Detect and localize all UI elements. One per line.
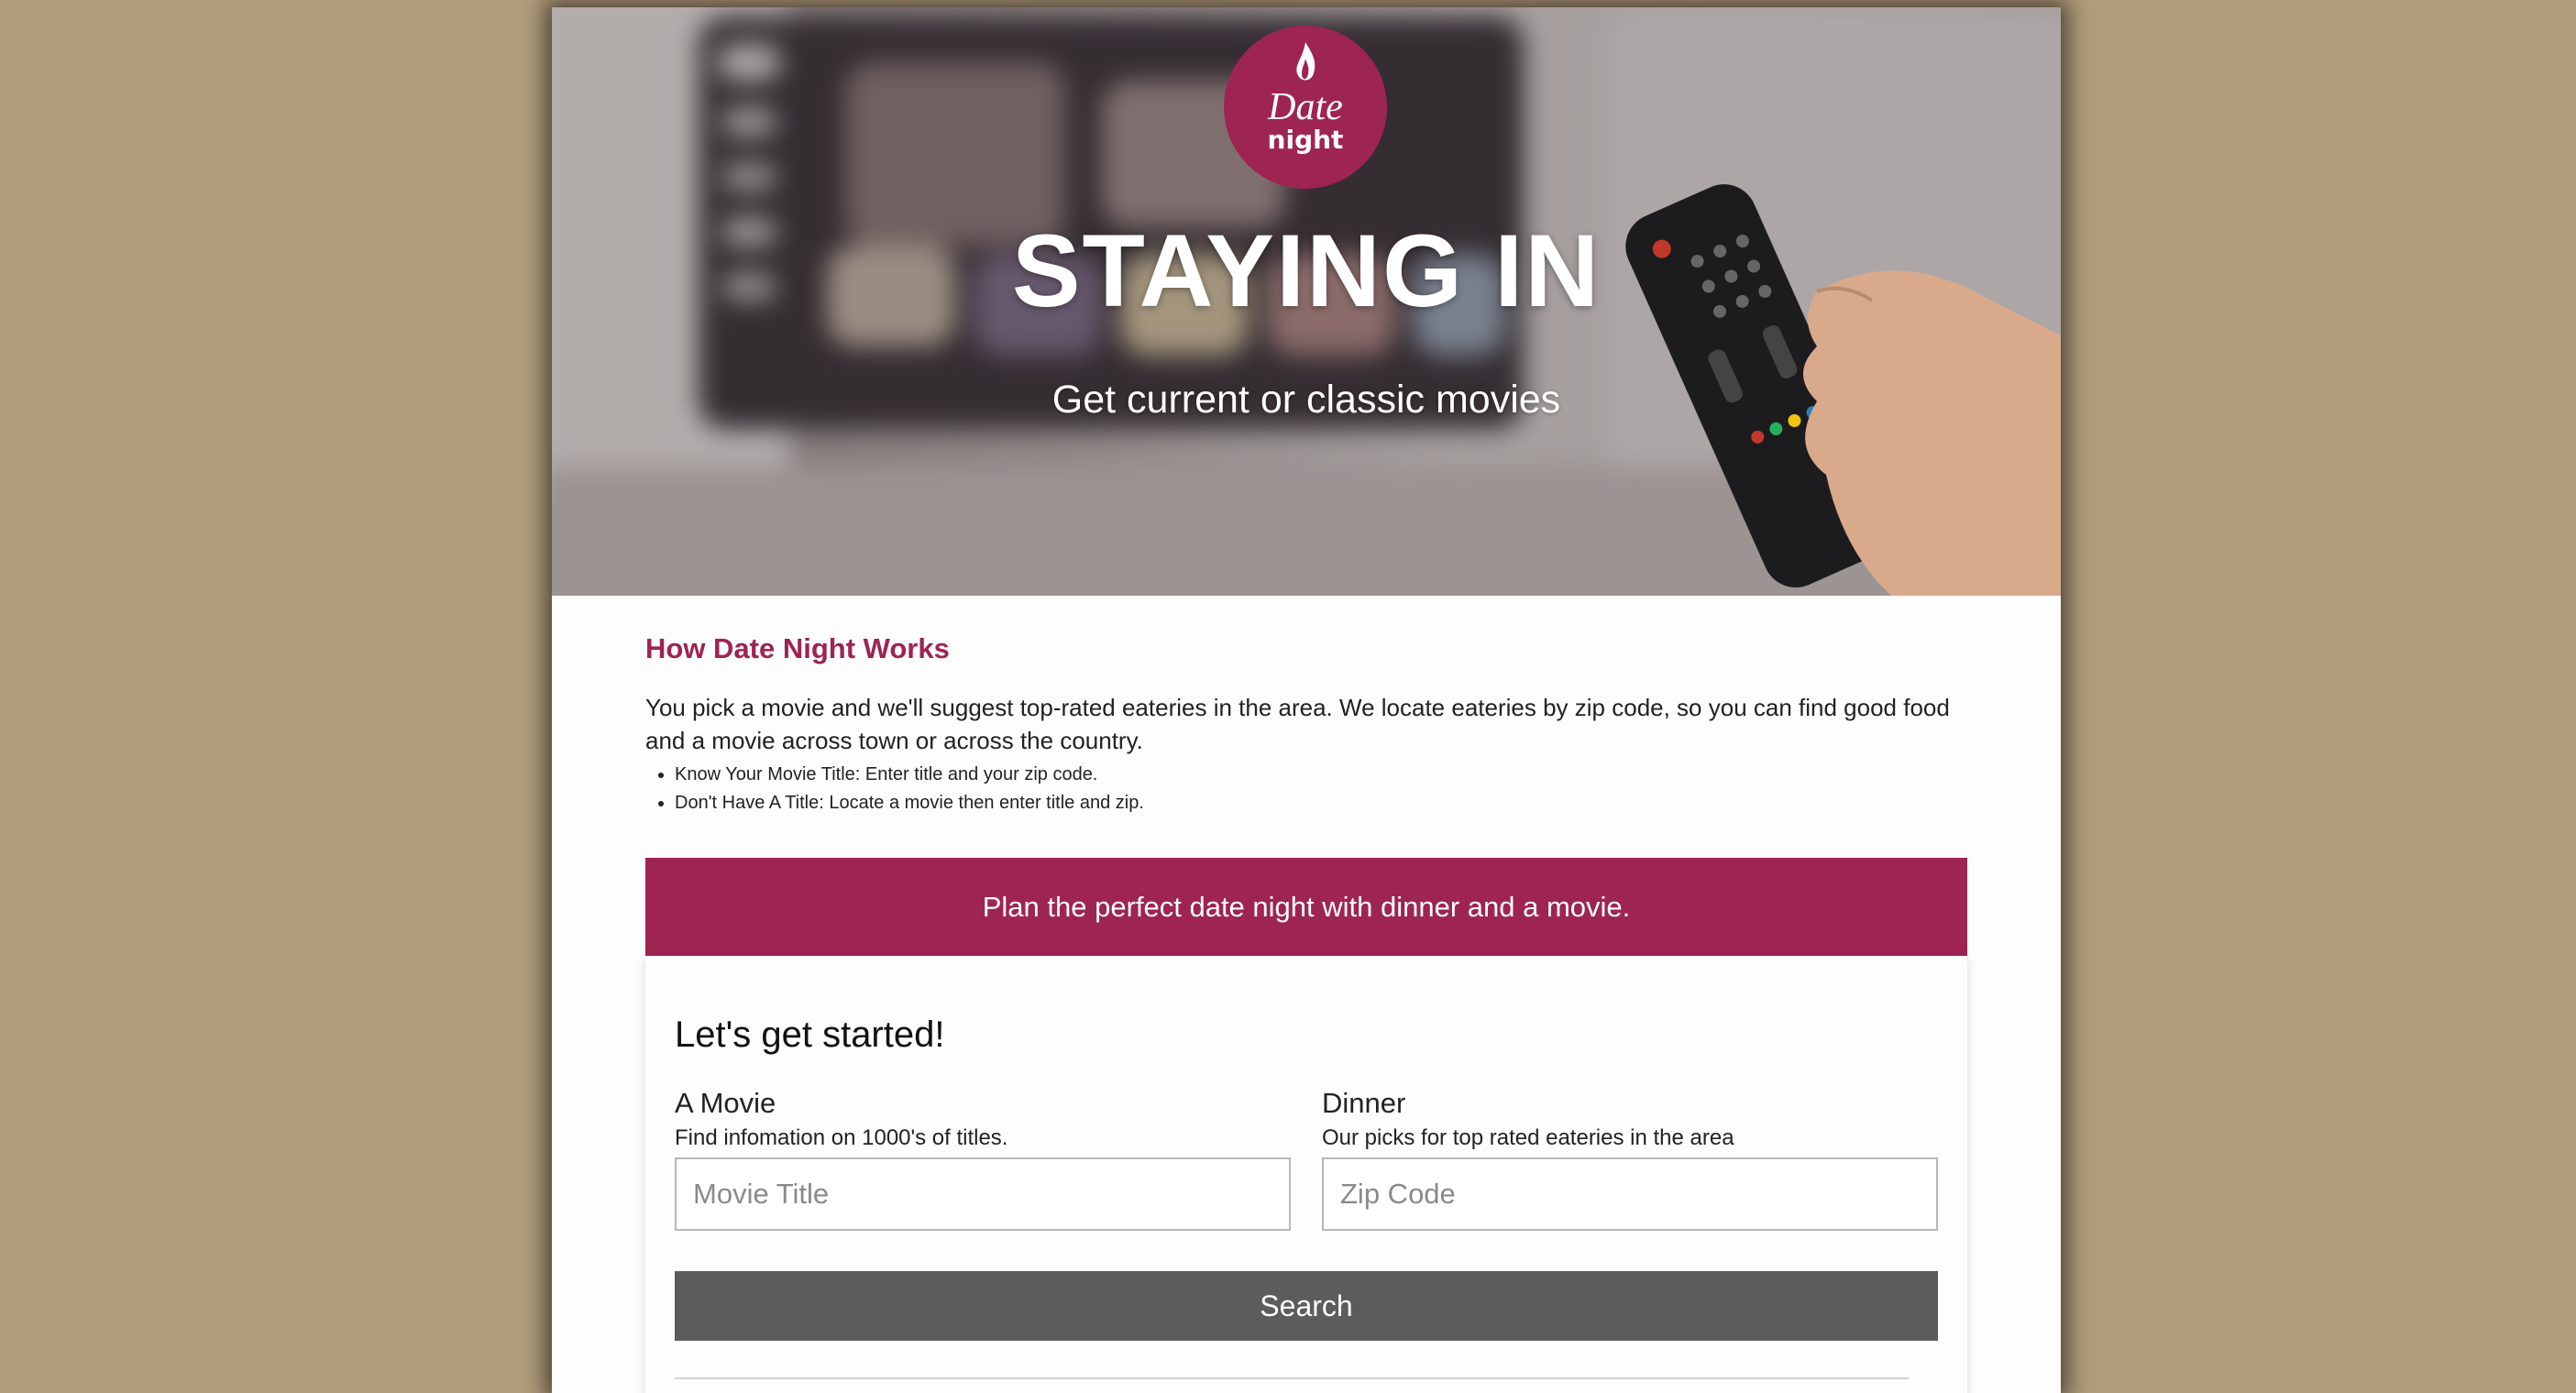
zip-code-input[interactable] <box>1322 1157 1938 1231</box>
plan-banner: Plan the perfect date night with dinner … <box>645 858 1967 956</box>
page-container: Date night STAYING IN Get current or cla… <box>552 7 2061 1393</box>
hero-title: STAYING IN <box>1011 214 1602 328</box>
how-it-works-list: Know Your Movie Title: Enter title and y… <box>645 761 1958 817</box>
movie-description: Find infomation on 1000's of titles. <box>675 1125 1008 1150</box>
form-title: Let's get started! <box>675 1015 945 1055</box>
logo-text-date: Date <box>1268 86 1343 128</box>
dinner-description: Our picks for top rated eateries in the … <box>1322 1125 1734 1150</box>
hero-banner: Date night STAYING IN Get current or cla… <box>552 7 2061 596</box>
date-night-logo[interactable]: Date night <box>1224 26 1387 189</box>
how-it-works-description: You pick a movie and we'll suggest top-r… <box>645 694 1950 754</box>
list-item: Don't Have A Title: Locate a movie then … <box>675 789 1958 817</box>
movie-label: A Movie <box>675 1087 776 1119</box>
how-it-works-heading: How Date Night Works <box>645 632 950 664</box>
flame-icon <box>1296 42 1316 81</box>
search-button[interactable]: Search <box>675 1271 1938 1341</box>
search-form-card: Let's get started! A Movie Find infomati… <box>645 956 1967 1393</box>
divider <box>675 1377 1909 1379</box>
hero-subtitle: Get current or classic movies <box>1051 378 1561 422</box>
logo-text-night: night <box>1267 125 1344 155</box>
movie-title-input[interactable] <box>675 1157 1291 1231</box>
list-item: Know Your Movie Title: Enter title and y… <box>675 761 1958 789</box>
dinner-label: Dinner <box>1322 1087 1406 1119</box>
